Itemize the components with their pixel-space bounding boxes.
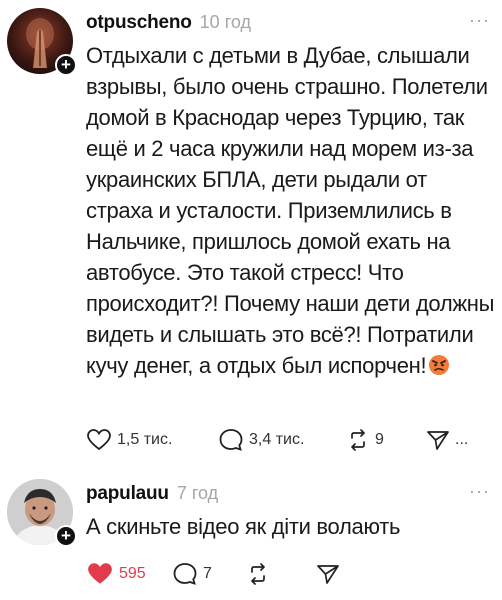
username[interactable]: otpuscheno	[86, 12, 192, 34]
avatar-container[interactable]: +	[7, 479, 77, 547]
repost-button[interactable]: 9	[346, 428, 426, 452]
repost-icon	[251, 563, 265, 585]
post-papulauu: + papulauu 7 год ··· А скиньте відео як …	[0, 465, 502, 600]
repost-count: 9	[375, 431, 384, 448]
like-button[interactable]: 1,5 тис.	[86, 428, 218, 452]
post-text: А скиньте відео як діти волають	[86, 511, 496, 542]
post-text-content: А скиньте відео як діти волають	[86, 514, 401, 539]
reply-count: 7	[203, 565, 212, 582]
reply-button[interactable]: 7	[172, 562, 246, 586]
post-header: papulauu 7 год	[86, 483, 218, 507]
like-count: 1,5 тис.	[117, 431, 173, 448]
share-button[interactable]	[316, 562, 340, 586]
reply-button[interactable]: 3,4 тис.	[218, 428, 346, 452]
reply-count: 3,4 тис.	[249, 431, 305, 448]
post-actions: 1,5 тис. 3,4 тис. 9 ...	[86, 425, 468, 455]
like-count: 595	[119, 565, 146, 582]
post-text-content: Отдыхали с детьми в Дубае, слышали взрыв…	[86, 43, 495, 378]
angry-face-icon	[429, 355, 450, 375]
share-button[interactable]: ...	[426, 428, 468, 452]
heart-icon	[87, 429, 111, 451]
more-options-icon[interactable]: ···	[469, 481, 490, 502]
repost-button[interactable]	[246, 562, 316, 586]
username[interactable]: papulauu	[86, 483, 169, 505]
send-icon	[317, 565, 339, 584]
more-options-icon[interactable]: ···	[469, 10, 490, 31]
follow-plus-icon[interactable]: +	[55, 525, 77, 547]
follow-plus-icon[interactable]: +	[55, 54, 77, 76]
timestamp: 7 год	[176, 483, 219, 503]
heart-filled-icon	[88, 563, 112, 584]
post-text: Отдыхали с детьми в Дубае, слышали взрыв…	[86, 40, 496, 381]
comment-bubble-icon	[173, 563, 197, 585]
post-otpuscheno: + otpuscheno 10 год ··· Отдыхали с детьм…	[0, 0, 502, 465]
like-button[interactable]: 595	[86, 561, 172, 587]
avatar-container[interactable]: +	[7, 8, 77, 76]
comment-bubble-icon	[219, 429, 243, 451]
share-more: ...	[455, 431, 469, 448]
send-icon	[427, 431, 449, 450]
post-header: otpuscheno 10 год	[86, 12, 251, 36]
repost-icon	[351, 429, 365, 451]
timestamp: 10 год	[199, 12, 251, 32]
post-actions: 595 7	[86, 559, 340, 589]
